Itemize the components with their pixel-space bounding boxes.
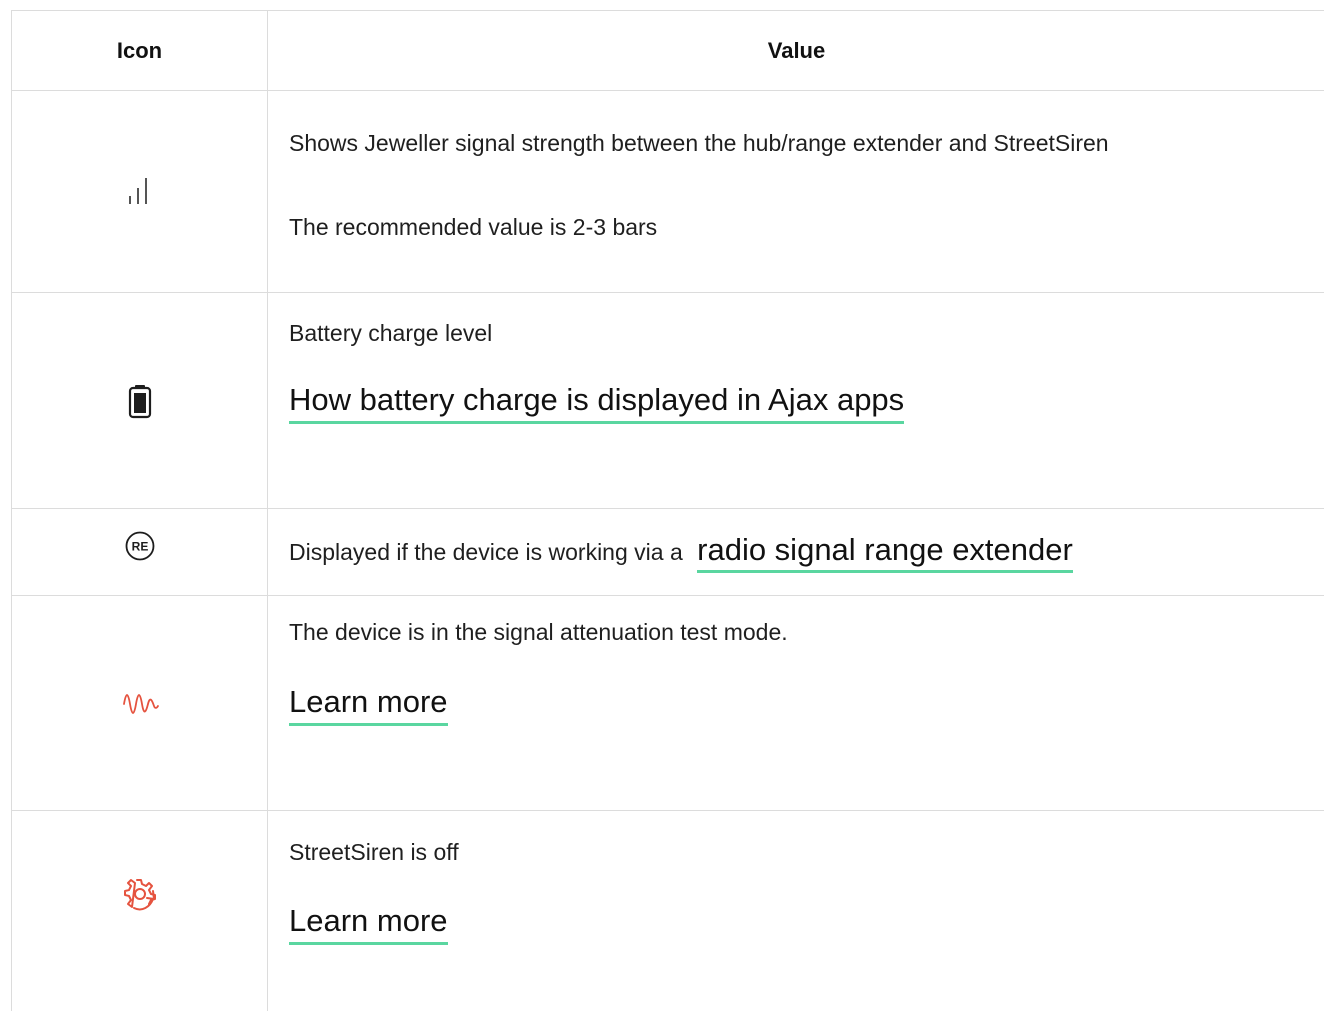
icon-cell xyxy=(12,596,268,810)
description-text: The recommended value is 2-3 bars xyxy=(289,213,658,240)
range-extender-icon-label: RE xyxy=(131,540,148,554)
table-header-row: Icon Value xyxy=(12,11,1324,91)
icon-cell xyxy=(12,811,268,1011)
value-cell: Battery charge level How battery charge … xyxy=(268,293,1324,508)
range-extender-link[interactable]: radio signal range extender xyxy=(697,532,1073,573)
header-icon: Icon xyxy=(12,11,268,90)
header-value: Value xyxy=(767,37,826,63)
description-text: The device is in the signal attenuation … xyxy=(289,619,788,645)
table-row: The device is in the signal attenuation … xyxy=(12,596,1324,811)
description-text: Shows Jeweller signal strength between t… xyxy=(289,129,1109,156)
table-row: StreetSiren is off Learn more xyxy=(12,811,1324,1011)
value-cell: StreetSiren is off Learn more xyxy=(268,811,1324,1011)
table-row: RE Displayed if the device is working vi… xyxy=(12,509,1324,596)
table-row: Battery charge level How battery charge … xyxy=(12,293,1324,509)
table-row: Shows Jeweller signal strength between t… xyxy=(12,91,1324,293)
icon-cell xyxy=(12,91,268,292)
value-cell: Shows Jeweller signal strength between t… xyxy=(268,91,1324,292)
description-text: Battery charge level xyxy=(289,320,493,346)
signal-strength-icon xyxy=(120,172,160,212)
description-text: Displayed if the device is working via a xyxy=(289,539,690,565)
range-extender-icon: RE xyxy=(123,529,157,563)
learn-more-link[interactable]: Learn more xyxy=(289,683,448,726)
icon-cell xyxy=(12,293,268,508)
learn-more-link[interactable]: Learn more xyxy=(289,902,448,945)
signal-attenuation-icon xyxy=(120,688,160,718)
icons-table: Icon Value Shows Jeweller signal strengt… xyxy=(11,10,1324,1011)
battery-charge-link[interactable]: How battery charge is displayed in Ajax … xyxy=(289,381,905,424)
icon-cell: RE xyxy=(12,509,268,595)
description-text: StreetSiren is off xyxy=(289,839,459,865)
device-off-icon xyxy=(120,875,160,915)
value-cell: Displayed if the device is working via a… xyxy=(268,509,1324,595)
value-cell: The device is in the signal attenuation … xyxy=(268,596,1324,810)
battery-icon xyxy=(125,381,155,421)
